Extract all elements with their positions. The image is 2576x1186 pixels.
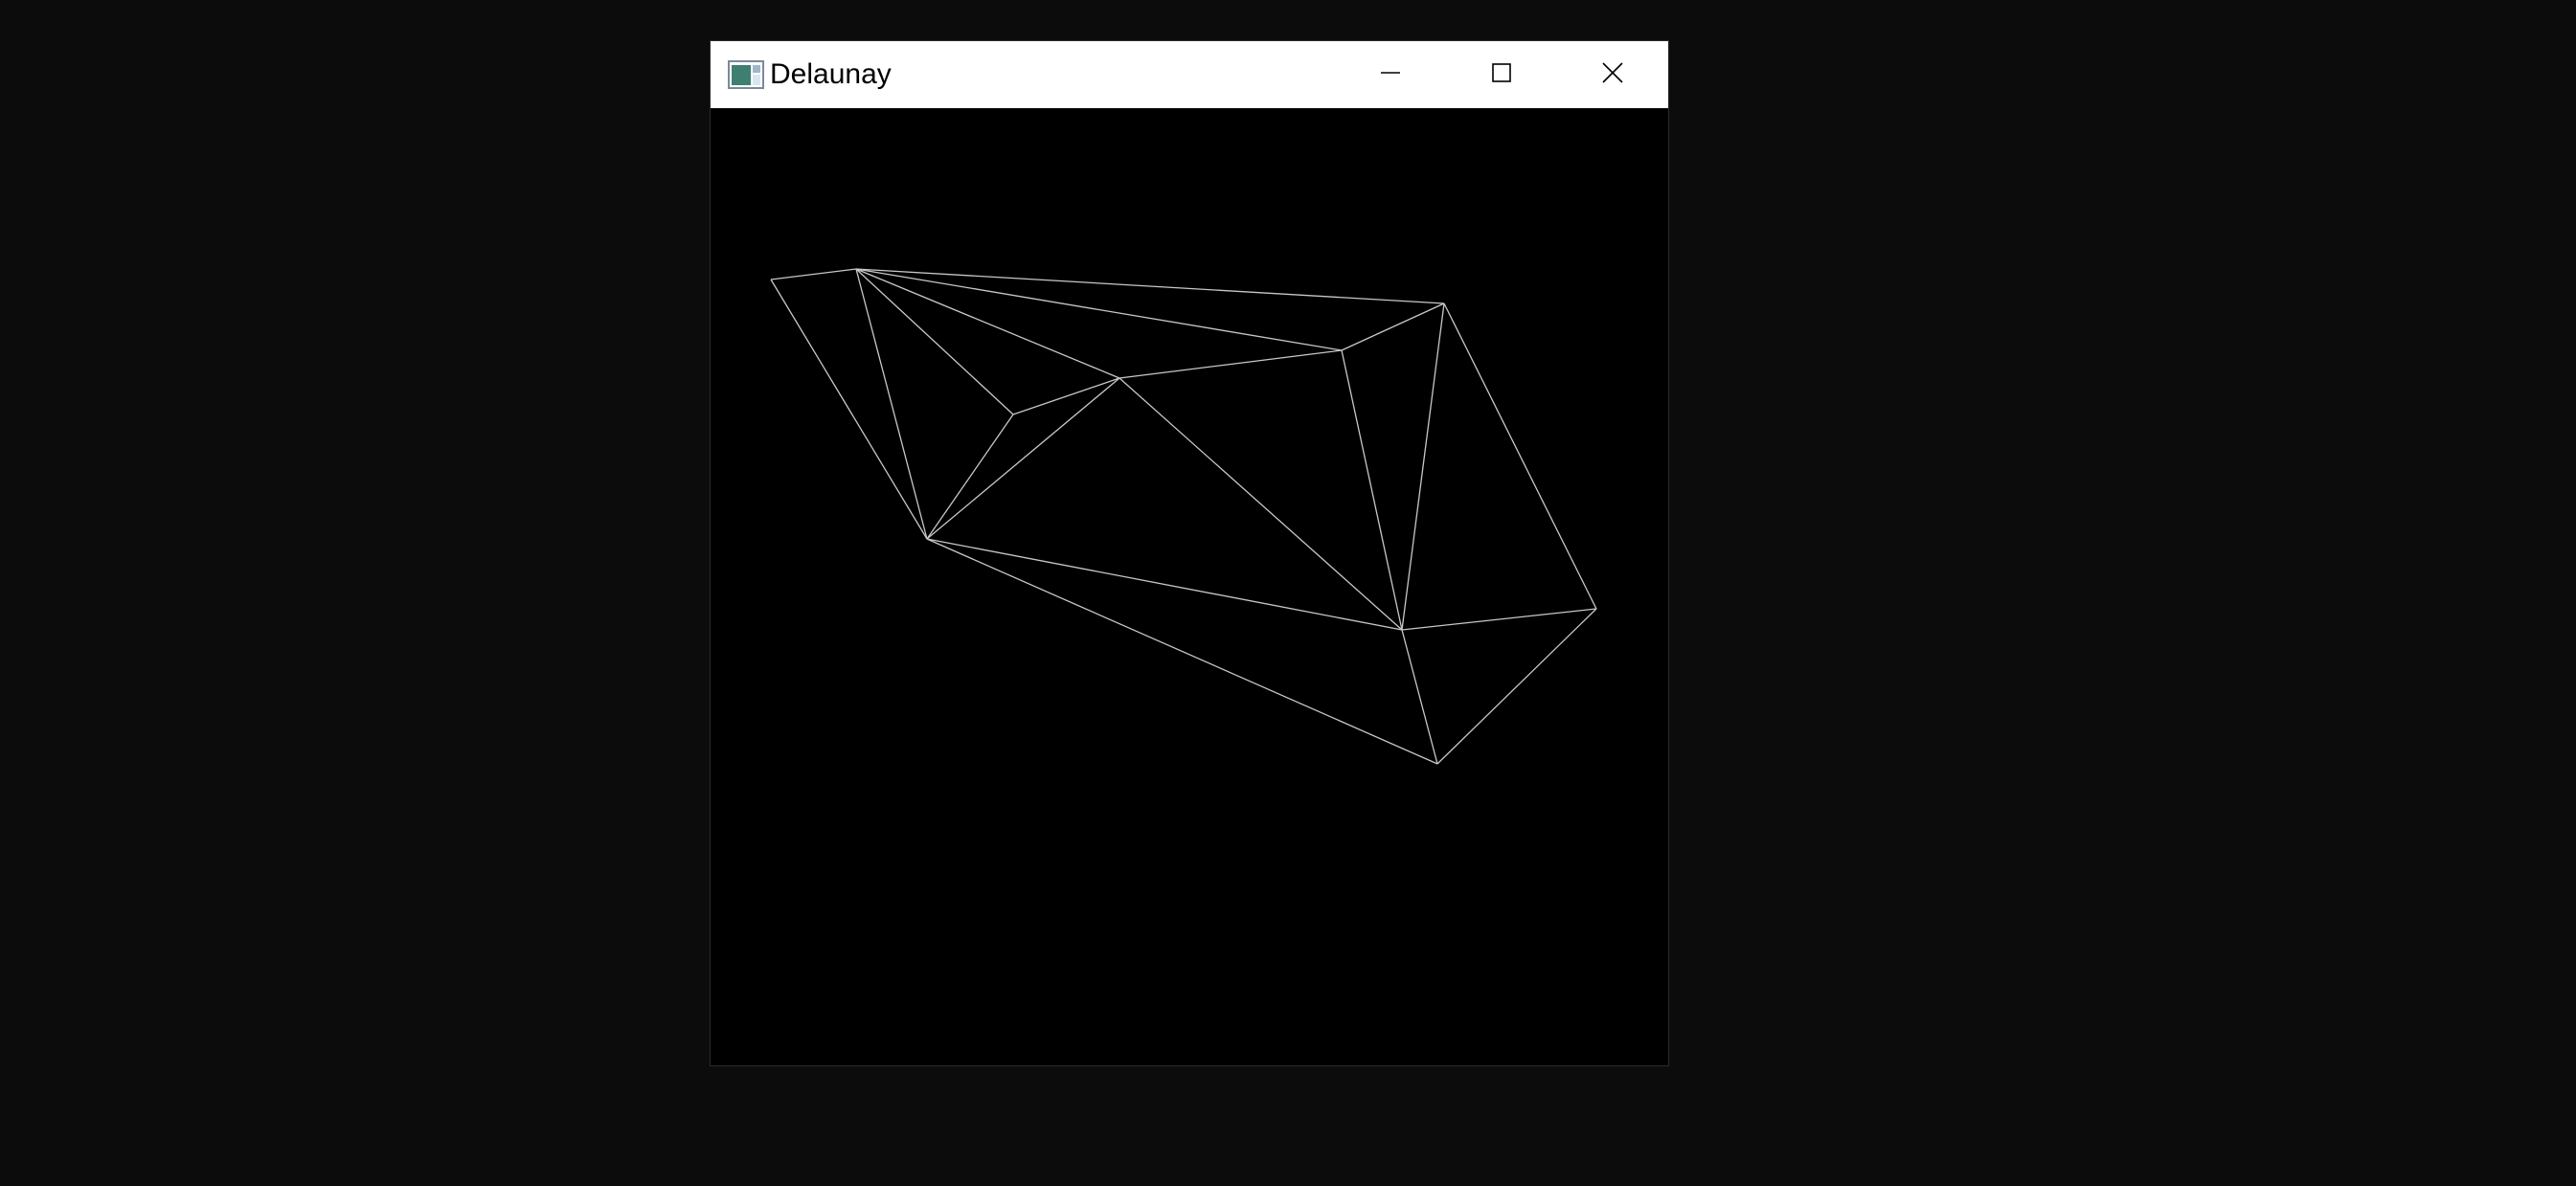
- minimize-button[interactable]: [1335, 41, 1446, 108]
- triangulation-edge: [1401, 608, 1597, 631]
- triangulation-drawing: [711, 108, 1668, 1065]
- triangulation-edge: [1341, 349, 1403, 631]
- triangulation-edge: [1119, 377, 1403, 631]
- triangulation-edge: [855, 268, 1343, 351]
- triangulation-edge: [855, 268, 1445, 304]
- triangulation-edge: [1436, 608, 1597, 765]
- triangulation-edge: [1012, 377, 1120, 415]
- triangulation-edge: [1401, 629, 1438, 765]
- window-title: Delaunay: [770, 58, 892, 90]
- triangulation-canvas[interactable]: [711, 108, 1668, 1065]
- minimize-icon: [1380, 62, 1401, 88]
- triangulation-edge: [926, 538, 1438, 765]
- triangulation-edge: [1443, 302, 1597, 610]
- maximize-button[interactable]: [1446, 41, 1557, 108]
- triangulation-edge: [855, 268, 1120, 379]
- triangulation-edge: [926, 377, 1120, 540]
- title-bar[interactable]: Delaunay: [711, 41, 1668, 108]
- close-icon: [1602, 61, 1623, 88]
- triangulation-edge: [1401, 302, 1445, 631]
- triangulation-edge: [926, 414, 1014, 540]
- triangulation-edge: [926, 538, 1403, 631]
- application-window-icon: [728, 60, 764, 89]
- triangulation-edge: [855, 268, 928, 540]
- delaunay-window: Delaunay: [710, 40, 1669, 1066]
- close-button[interactable]: [1557, 41, 1668, 108]
- maximize-icon: [1491, 62, 1512, 88]
- triangulation-edge: [1119, 349, 1343, 379]
- triangulation-edge: [770, 268, 857, 280]
- triangulation-edge: [770, 279, 928, 540]
- triangulation-edge: [1341, 302, 1445, 351]
